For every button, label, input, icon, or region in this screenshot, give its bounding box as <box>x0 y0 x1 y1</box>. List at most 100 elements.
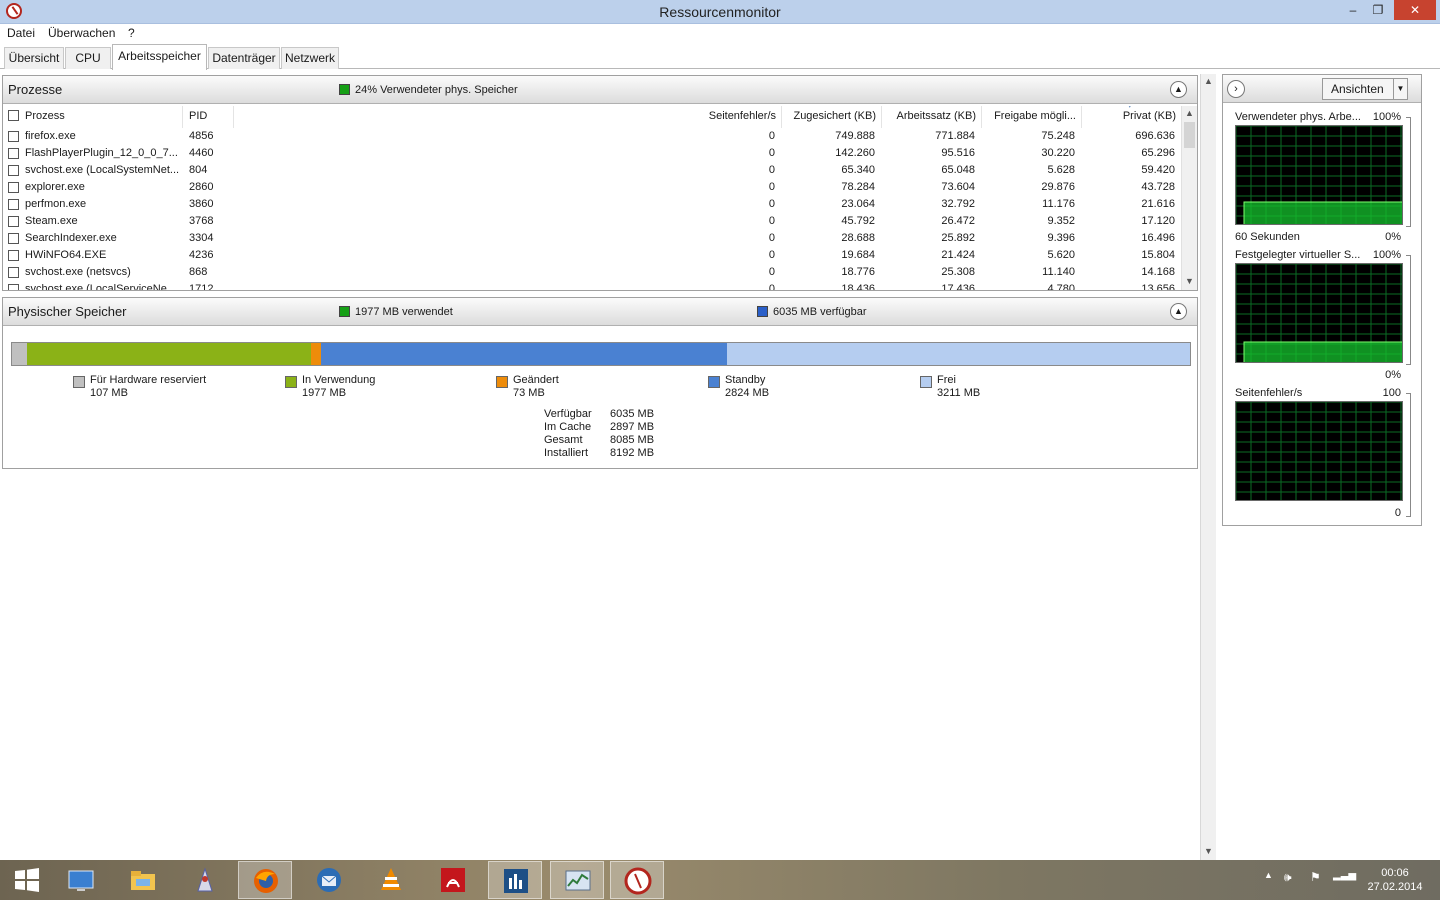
menu-datei[interactable]: Datei <box>7 26 35 40</box>
table-cell: svchost.exe (LocalServiceNe... <box>25 283 177 290</box>
column-header-seitenfehler[interactable]: Seitenfehler/s <box>234 106 782 128</box>
flag-icon[interactable]: ⚑ <box>1310 870 1321 884</box>
table-row[interactable]: svchost.exe (LocalServiceNe... 1712 0 18.43… <box>3 281 1181 290</box>
row-checkbox[interactable] <box>8 250 19 261</box>
main-pane-scrollbar[interactable]: ▲ ▼ <box>1200 74 1216 860</box>
table-cell: 95.516 <box>941 147 975 159</box>
table-cell: 78.284 <box>841 181 875 193</box>
collapse-physical-memory-button[interactable]: ▲ <box>1170 303 1187 320</box>
table-cell: 19.684 <box>841 249 875 261</box>
stat-label: Gesamt <box>544 434 583 446</box>
table-row[interactable]: perfmon.exe 3860 0 23.064 32.792 11.176 21.616 <box>3 196 1181 213</box>
show-hidden-icons-icon[interactable]: ▲ <box>1264 870 1273 880</box>
table-row[interactable]: Steam.exe 3768 0 45.792 26.472 9.352 17.120 <box>3 213 1181 230</box>
column-header-arbeitssatz[interactable]: Arbeitssatz (KB) <box>882 106 982 128</box>
windows-start-icon[interactable] <box>0 861 54 899</box>
stat-value: 8085 MB <box>610 434 655 446</box>
row-checkbox[interactable] <box>8 233 19 244</box>
table-row[interactable]: FlashPlayerPlugin_12_0_0_7... 4460 0 142.26… <box>3 145 1181 162</box>
graph-scale-bracket <box>1406 393 1411 517</box>
graph-title-physical: Verwendeter phys. Arbe... <box>1235 111 1361 123</box>
select-all-checkbox[interactable] <box>8 110 19 121</box>
file-explorer-icon[interactable] <box>116 861 170 899</box>
resource-monitor-icon[interactable] <box>610 861 664 899</box>
table-cell: 1712 <box>189 283 214 290</box>
column-header-freigabe[interactable]: Freigabe mögli... <box>982 106 1082 128</box>
tab-cpu[interactable]: CPU <box>65 47 111 69</box>
desktop-icon[interactable] <box>54 861 108 899</box>
table-cell: 5.628 <box>1047 164 1075 176</box>
expand-panel-chevron-icon[interactable]: › <box>1227 80 1245 98</box>
close-button[interactable]: ✕ <box>1394 0 1436 20</box>
physical-memory-header[interactable]: Physischer Speicher 1977 MB verwendet 60… <box>3 298 1197 326</box>
physical-memory-section: Physischer Speicher 1977 MB verwendet 60… <box>2 297 1198 469</box>
row-checkbox[interactable] <box>8 148 19 159</box>
collapse-processes-button[interactable]: ▲ <box>1170 81 1187 98</box>
firefox-icon[interactable] <box>238 861 292 899</box>
column-header-privat[interactable]: Privat (KB) ▾ <box>1082 106 1182 128</box>
legend-value: 2824 MB <box>725 387 770 399</box>
scroll-up-icon[interactable]: ▲ <box>1201 76 1216 86</box>
legend-value: 3211 MB <box>937 387 981 399</box>
tab-uebersicht[interactable]: Übersicht <box>4 47 64 69</box>
row-checkbox[interactable] <box>8 284 19 290</box>
process-list-scrollbar[interactable]: ▲ ▼ <box>1181 106 1197 290</box>
dropdown-arrow-icon[interactable]: ▼ <box>1393 79 1407 99</box>
tab-datentraeger[interactable]: Datenträger <box>208 47 280 69</box>
table-cell: 11.176 <box>1042 198 1075 210</box>
vlc-icon[interactable] <box>364 861 418 899</box>
row-checkbox[interactable] <box>8 182 19 193</box>
table-row[interactable]: HWiNFO64.EXE 4236 0 19.684 21.424 5.620 15.804 <box>3 247 1181 264</box>
app-icon[interactable] <box>178 861 232 899</box>
tab-netzwerk[interactable]: Netzwerk <box>281 47 339 69</box>
row-checkbox[interactable] <box>8 216 19 227</box>
column-header-prozess[interactable]: Prozess <box>3 106 183 128</box>
available-memory-indicator-icon <box>757 306 768 317</box>
thunderbird-icon[interactable] <box>302 861 356 899</box>
table-cell: 15.804 <box>1141 249 1175 261</box>
network-signal-icon[interactable]: ▂▃▅ <box>1333 870 1356 881</box>
row-checkbox[interactable] <box>8 131 19 142</box>
table-cell: 0 <box>768 266 775 278</box>
table-row[interactable]: SearchIndexer.exe 3304 0 28.688 25.892 9.396 1… <box>3 230 1181 247</box>
scrollbar-thumb[interactable] <box>1184 122 1195 148</box>
processes-section: Prozesse 24% Verwendeter phys. Speicher … <box>2 75 1198 291</box>
memory-bar-segment <box>727 343 1190 365</box>
legend-label: Frei <box>937 374 956 386</box>
table-row[interactable]: svchost.exe (LocalSystemNet... 804 0 65.340… <box>3 162 1181 179</box>
scroll-down-icon[interactable]: ▼ <box>1182 276 1197 286</box>
legend-swatch <box>496 376 508 388</box>
volume-icon[interactable]: 🕪 <box>1284 870 1292 885</box>
hwinfo-icon[interactable] <box>488 861 542 899</box>
tab-arbeitsspeicher[interactable]: Arbeitsspeicher <box>112 44 207 70</box>
table-row[interactable]: explorer.exe 2860 0 78.284 73.604 29.876 43.72… <box>3 179 1181 196</box>
clock[interactable]: 00:06 27.02.2014 <box>1360 866 1430 894</box>
minimize-button[interactable]: – <box>1340 0 1366 20</box>
column-header-pid[interactable]: PID <box>183 106 234 128</box>
graph-scale-bracket <box>1406 255 1411 365</box>
row-checkbox[interactable] <box>8 165 19 176</box>
table-cell: 0 <box>768 164 775 176</box>
perfmon-icon[interactable] <box>550 861 604 899</box>
table-cell: 23.064 <box>841 198 875 210</box>
scroll-down-icon[interactable]: ▼ <box>1201 846 1216 856</box>
used-memory-indicator-icon <box>339 306 350 317</box>
table-cell: 9.396 <box>1047 232 1075 244</box>
row-checkbox[interactable] <box>8 267 19 278</box>
row-checkbox[interactable] <box>8 199 19 210</box>
table-cell: 3304 <box>189 232 214 244</box>
legend-label: Für Hardware reserviert <box>90 374 207 386</box>
table-row[interactable]: svchost.exe (netsvcs) 868 0 18.776 25.308 11.… <box>3 264 1181 281</box>
table-row[interactable]: firefox.exe 4856 0 749.888 771.884 75.248 696.… <box>3 128 1181 145</box>
maximize-button[interactable]: ❐ <box>1366 0 1390 20</box>
processes-header[interactable]: Prozesse 24% Verwendeter phys. Speicher … <box>3 76 1197 104</box>
views-button[interactable]: Ansichten ▼ <box>1322 78 1408 100</box>
table-cell: 21.424 <box>941 249 975 261</box>
menu-ueberwachen[interactable]: Überwachen <box>48 26 115 40</box>
acrobat-icon[interactable] <box>426 861 480 899</box>
graph-usage-area <box>1244 202 1402 224</box>
stat-label: Im Cache <box>544 421 592 433</box>
menu-help[interactable]: ? <box>128 26 135 40</box>
column-header-zugesichert[interactable]: Zugesichert (KB) <box>782 106 882 128</box>
scroll-up-icon[interactable]: ▲ <box>1182 108 1197 118</box>
